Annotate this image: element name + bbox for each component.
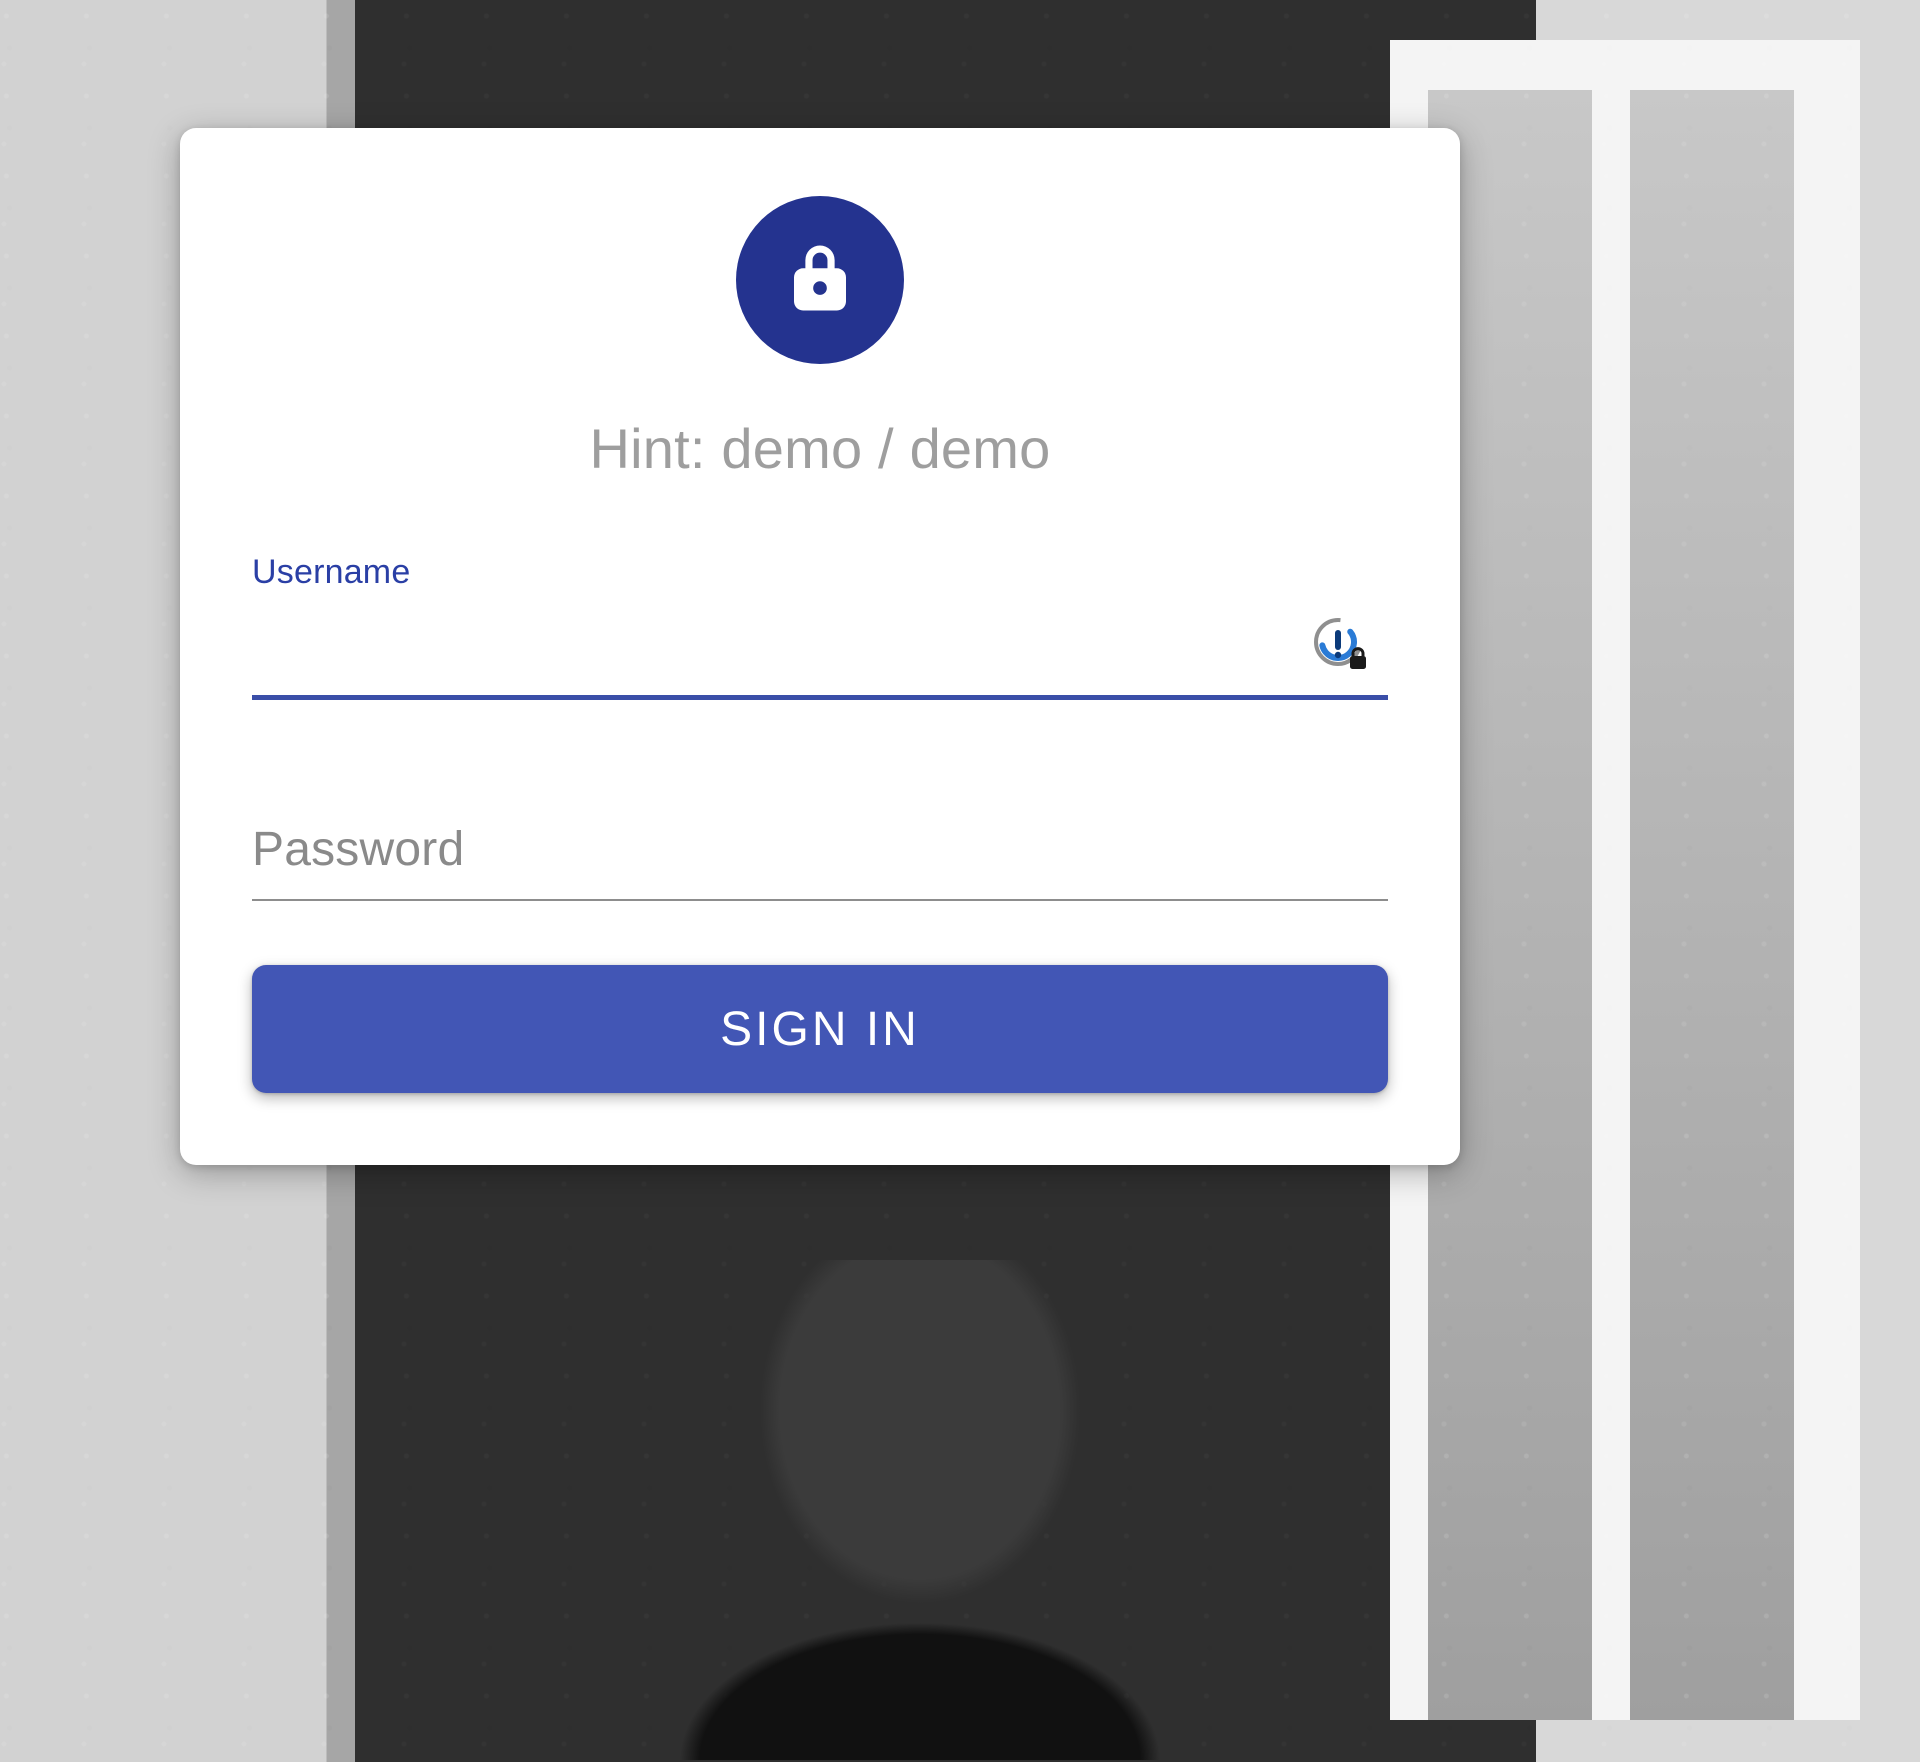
background-figure <box>600 1260 1240 1760</box>
login-card: Hint: demo / demo Username Password <box>180 128 1460 1165</box>
login-hint: Hint: demo / demo <box>590 416 1051 481</box>
password-input[interactable] <box>252 808 1388 901</box>
username-input[interactable] <box>252 600 1388 700</box>
login-avatar <box>736 196 904 364</box>
sign-in-button[interactable]: SIGN IN <box>252 965 1388 1093</box>
password-manager-icon[interactable] <box>1312 616 1368 672</box>
password-field-wrapper: Password <box>252 808 1388 901</box>
lock-icon <box>781 239 859 322</box>
username-field-wrapper: Username <box>252 553 1388 700</box>
login-form: Username Password SIGN IN <box>252 553 1388 1093</box>
username-label: Username <box>252 553 1388 592</box>
